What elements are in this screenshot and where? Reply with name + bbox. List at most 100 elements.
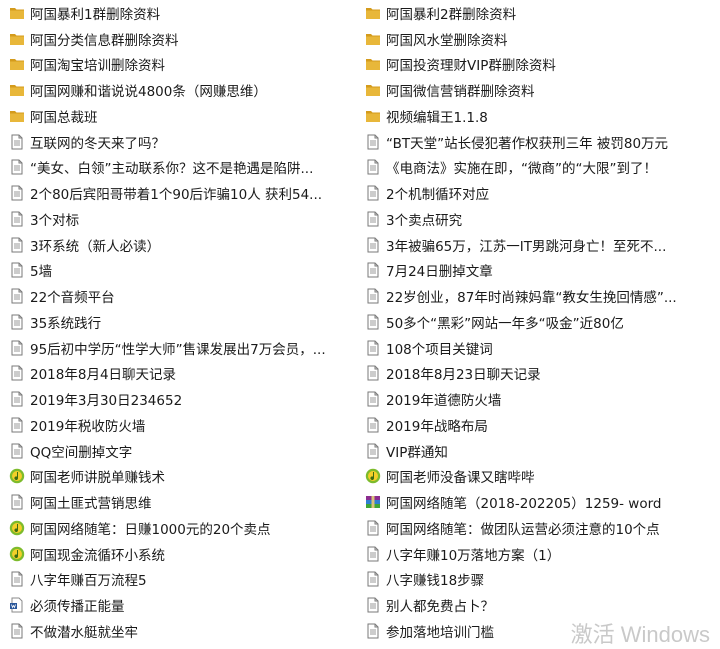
file-item[interactable]: 22岁创业，87年时尚辣妈靠“教女生挽回情感”... — [356, 283, 720, 309]
file-item[interactable]: 阿国老师没备课又瞎哔哔 — [356, 464, 720, 490]
file-item[interactable]: 八字年赚10万落地方案（1） — [356, 541, 720, 567]
file-item[interactable]: 阿国现金流循环小系统 — [0, 541, 356, 567]
file-item[interactable]: 108个项目关键词 — [356, 335, 720, 361]
file-name: 别人都免费占卜？ — [386, 599, 494, 616]
file-item[interactable]: 不做潜水艇就坐牢 — [0, 618, 356, 644]
file-item[interactable]: 3年被骗65万，江苏一IT男跳河身亡！至死不... — [356, 232, 720, 258]
file-name: 阿国网络随笔（2018-202205）1259- word — [386, 496, 662, 513]
file-item[interactable]: 阿国网赚和谐说说4800条（网赚思维） — [0, 77, 356, 103]
audio-file-icon — [365, 468, 381, 484]
file-name: 2019年道德防火墙 — [386, 393, 502, 410]
file-item[interactable]: 阿国淘宝培训删除资料 — [0, 52, 356, 78]
file-item[interactable]: 35系统践行 — [0, 309, 356, 335]
file-name: 3个卖点研究 — [386, 212, 463, 229]
file-item[interactable]: 7月24日删掉文章 — [356, 258, 720, 284]
document-icon — [9, 340, 25, 356]
file-item[interactable]: 5墙 — [0, 258, 356, 284]
file-item[interactable]: 阿国土匪式营销思维 — [0, 489, 356, 515]
file-name: 《电商法》实施在即，“微商”的“大限”到了！ — [386, 161, 657, 178]
file-item[interactable]: 互联网的冬天来了吗？ — [0, 129, 356, 155]
file-name: 阿国风水堂删除资料 — [386, 32, 508, 49]
file-name: 阿国老师没备课又瞎哔哔 — [386, 470, 535, 487]
file-name: “美女、白领”主动联系你？这不是艳遇是陷阱... — [30, 161, 314, 178]
file-item[interactable]: 别人都免费占卜？ — [356, 592, 720, 618]
file-item[interactable]: 2019年3月30日234652 — [0, 386, 356, 412]
file-name: 2019年税收防火墙 — [30, 418, 146, 435]
audio-file-icon — [9, 546, 25, 562]
file-item[interactable]: 阿国投资理财VIP群删除资料 — [356, 52, 720, 78]
audio-file-icon — [9, 520, 25, 536]
document-icon — [365, 314, 381, 330]
file-item[interactable]: “美女、白领”主动联系你？这不是艳遇是陷阱... — [0, 155, 356, 181]
file-item[interactable]: QQ空间删掉文字 — [0, 438, 356, 464]
file-item[interactable]: 2个80后宾阳哥带着1个90后诈骗10人 获利54... — [0, 180, 356, 206]
file-item[interactable]: 阿国网络随笔：做团队运营必须注意的10个点 — [356, 515, 720, 541]
windows-activation-watermark: 激活 Windows — [570, 622, 710, 647]
word-document-icon — [9, 597, 25, 613]
document-icon — [365, 340, 381, 356]
file-name: 108个项目关键词 — [386, 341, 493, 358]
file-item[interactable]: 八字年赚百万流程5 — [0, 567, 356, 593]
document-icon — [9, 134, 25, 150]
file-item[interactable]: 阿国风水堂删除资料 — [356, 26, 720, 52]
document-icon — [365, 185, 381, 201]
file-name: 2个80后宾阳哥带着1个90后诈骗10人 获利54... — [30, 187, 323, 204]
file-item[interactable]: 阿国网络随笔（2018-202205）1259- word — [356, 489, 720, 515]
folder-icon — [9, 31, 25, 47]
file-name: 互联网的冬天来了吗？ — [30, 135, 165, 152]
file-item[interactable]: 22个音频平台 — [0, 283, 356, 309]
file-item[interactable]: 视频编辑王1.1.8 — [356, 103, 720, 129]
file-name: 3年被骗65万，江苏一IT男跳河身亡！至死不... — [386, 238, 667, 255]
file-name: 阿国微信营销群删除资料 — [386, 84, 535, 101]
document-icon — [365, 288, 381, 304]
file-item[interactable]: 2018年8月23日聊天记录 — [356, 361, 720, 387]
file-item[interactable]: 阿国微信营销群删除资料 — [356, 77, 720, 103]
document-icon — [365, 623, 381, 639]
file-name: 八字年赚10万落地方案（1） — [386, 547, 561, 564]
document-icon — [9, 443, 25, 459]
file-item[interactable]: 3个卖点研究 — [356, 206, 720, 232]
file-item[interactable]: VIP群通知 — [356, 438, 720, 464]
file-name: 阿国总裁班 — [30, 109, 98, 126]
document-icon — [9, 237, 25, 253]
file-item[interactable]: “BT天堂”站长侵犯著作权获刑三年 被罚80万元 — [356, 129, 720, 155]
file-item[interactable]: 阿国暴利1群删除资料 — [0, 0, 356, 26]
file-name: 八字赚钱18步骤 — [386, 573, 485, 590]
document-icon — [9, 185, 25, 201]
folder-icon — [9, 5, 25, 21]
document-icon — [365, 262, 381, 278]
file-name: 阿国土匪式营销思维 — [30, 496, 152, 513]
file-item[interactable]: 必须传播正能量 — [0, 592, 356, 618]
file-item[interactable]: 50多个“黑彩”网站一年多“吸金”近80亿 — [356, 309, 720, 335]
file-item[interactable]: 阿国分类信息群删除资料 — [0, 26, 356, 52]
file-item[interactable]: 2019年战略布局 — [356, 412, 720, 438]
file-item[interactable]: 3环系统（新人必读） — [0, 232, 356, 258]
file-item[interactable]: 2018年8月4日聊天记录 — [0, 361, 356, 387]
file-item[interactable]: 2019年道德防火墙 — [356, 386, 720, 412]
file-item[interactable]: 2019年税收防火墙 — [0, 412, 356, 438]
document-icon — [9, 211, 25, 227]
file-item[interactable]: 95后初中学历“性学大师”售课发展出7万会员，... — [0, 335, 356, 361]
file-item[interactable]: 阿国暴利2群删除资料 — [356, 0, 720, 26]
file-name: 2019年战略布局 — [386, 418, 488, 435]
document-icon — [365, 520, 381, 536]
folder-icon — [365, 5, 381, 21]
file-name: 2019年3月30日234652 — [30, 393, 183, 410]
file-name: 八字年赚百万流程5 — [30, 573, 147, 590]
file-item[interactable]: 2个机制循环对应 — [356, 180, 720, 206]
file-name: 2018年8月23日聊天记录 — [386, 367, 541, 384]
file-name: 22岁创业，87年时尚辣妈靠“教女生挽回情感”... — [386, 290, 677, 307]
document-icon — [9, 159, 25, 175]
file-name: 阿国网络随笔：做团队运营必须注意的10个点 — [386, 521, 660, 538]
file-item[interactable]: 3个对标 — [0, 206, 356, 232]
file-item[interactable]: 阿国老师讲脱单赚钱术 — [0, 464, 356, 490]
file-name: 阿国投资理财VIP群删除资料 — [386, 58, 556, 75]
document-icon — [9, 391, 25, 407]
file-item[interactable]: 《电商法》实施在即，“微商”的“大限”到了！ — [356, 155, 720, 181]
file-item[interactable]: 阿国总裁班 — [0, 103, 356, 129]
file-name: 参加落地培训门槛 — [386, 624, 494, 641]
document-icon — [365, 365, 381, 381]
file-item[interactable]: 阿国网络随笔：日赚1000元的20个卖点 — [0, 515, 356, 541]
file-item[interactable]: 八字赚钱18步骤 — [356, 567, 720, 593]
file-name: 2018年8月4日聊天记录 — [30, 367, 177, 384]
